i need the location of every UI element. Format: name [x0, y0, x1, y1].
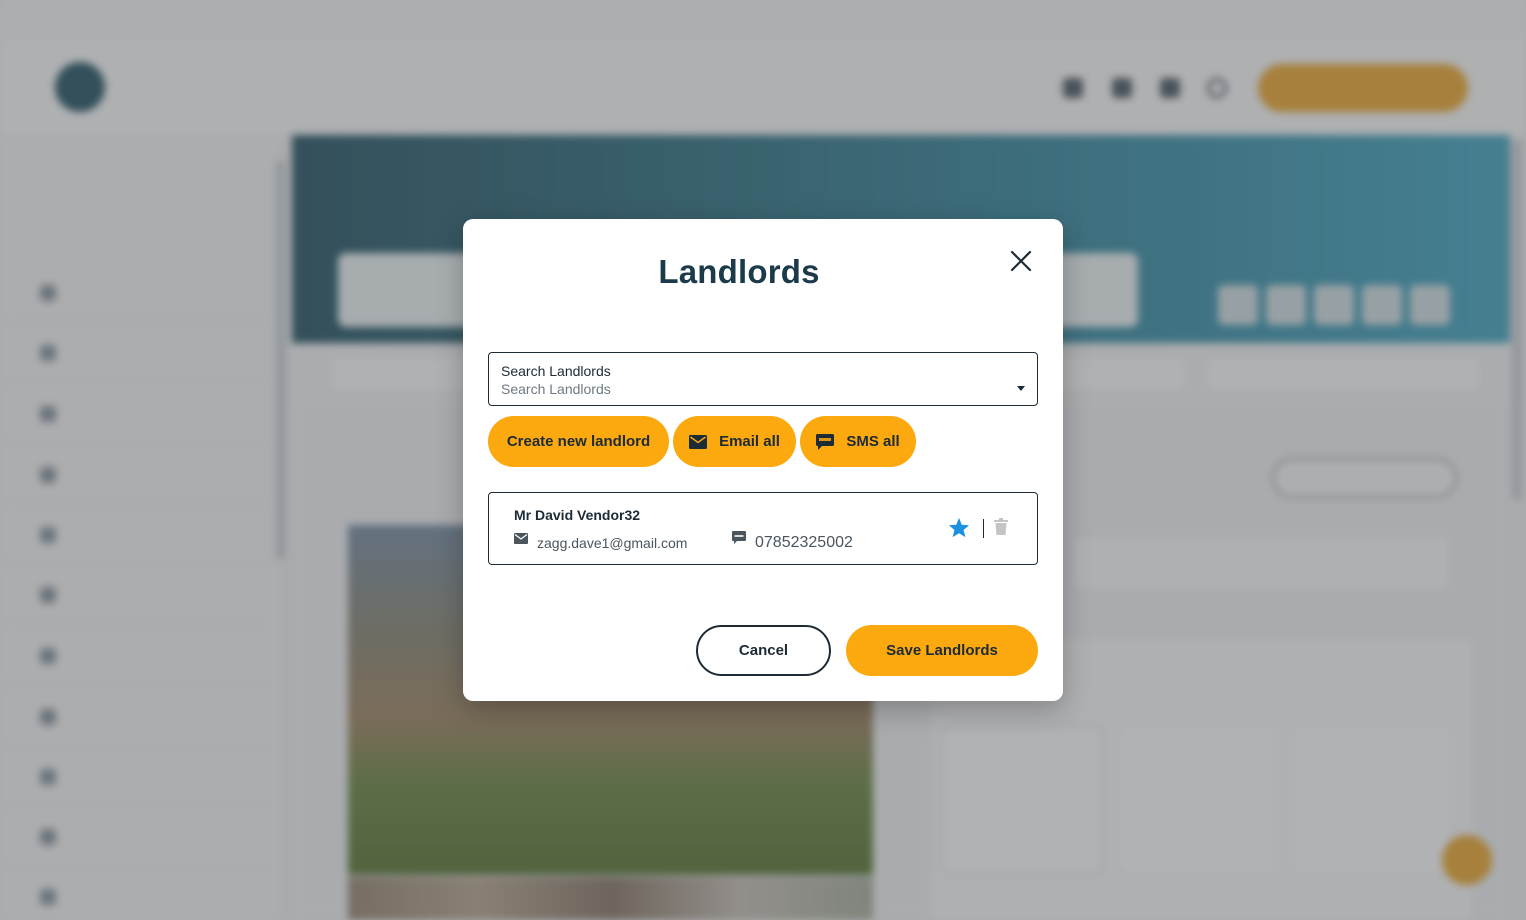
landlord-email: zagg.dave1@gmail.com [537, 535, 688, 551]
envelope-icon [514, 533, 528, 544]
modal-title: Landlords [658, 253, 820, 290]
landlord-card: Mr David Vendor32 zagg.dave1@gmail.com 0… [488, 492, 1038, 565]
sms-icon [732, 531, 746, 544]
search-landlords-select[interactable]: Search Landlords [488, 352, 1038, 406]
action-divider [983, 519, 984, 538]
landlord-name: Mr David Vendor32 [514, 507, 641, 523]
sms-all-label: SMS all [846, 433, 900, 450]
email-all-label: Email all [719, 433, 780, 450]
sms-all-button[interactable]: SMS all [800, 416, 916, 467]
email-all-button[interactable]: Email all [673, 416, 796, 467]
sms-icon [816, 433, 835, 450]
create-new-landlord-label: Create new landlord [506, 433, 651, 450]
cancel-label: Cancel [738, 642, 789, 659]
save-landlords-button[interactable]: Save Landlords [846, 625, 1038, 676]
trash-icon[interactable] [994, 518, 1008, 535]
caret-down-icon[interactable] [1017, 386, 1025, 391]
create-new-landlord-button[interactable]: Create new landlord [488, 416, 669, 467]
search-landlords-input[interactable] [501, 381, 1001, 397]
landlord-phone: 07852325002 [755, 534, 853, 551]
star-icon[interactable] [948, 517, 970, 538]
search-landlords-label: Search Landlords [501, 363, 611, 379]
close-icon [1010, 250, 1032, 272]
close-button[interactable] [1005, 245, 1037, 277]
envelope-icon [689, 434, 708, 449]
cancel-button[interactable]: Cancel [696, 625, 831, 676]
save-landlords-label: Save Landlords [886, 642, 998, 659]
landlords-modal: Landlords Search Landlords Create new la… [463, 219, 1063, 701]
